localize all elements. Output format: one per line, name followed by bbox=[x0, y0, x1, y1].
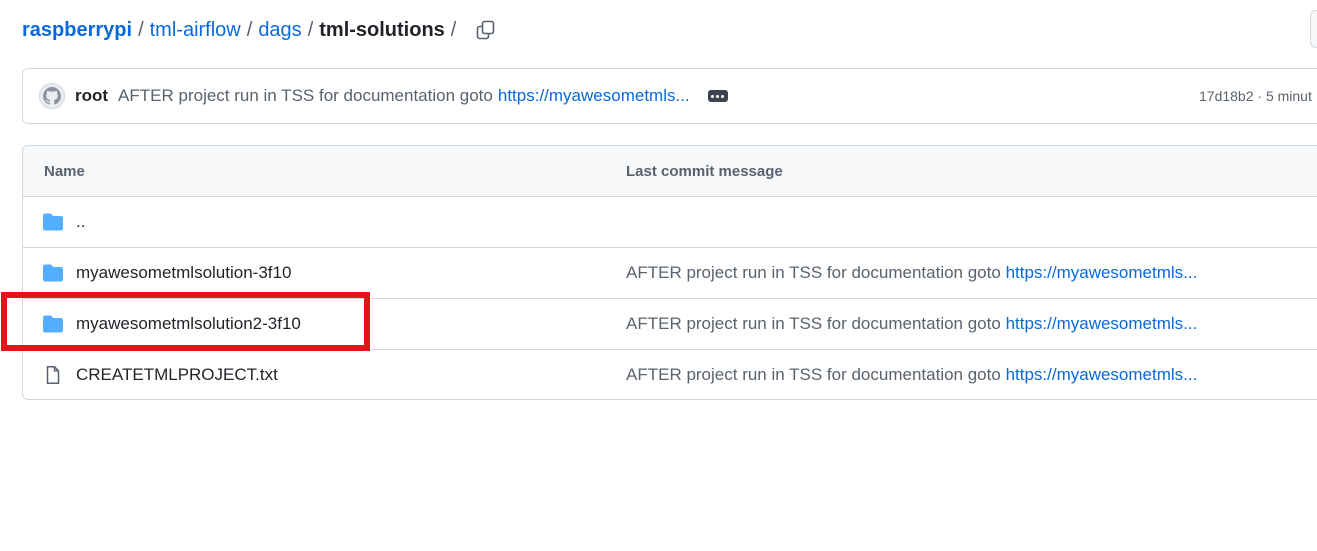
file-icon bbox=[46, 366, 60, 384]
row-commit-message[interactable]: AFTER project run in TSS for documentati… bbox=[626, 365, 1197, 385]
toolbar-button[interactable] bbox=[1310, 10, 1317, 48]
table-header: Name Last commit message bbox=[23, 146, 1317, 197]
breadcrumb-repo-link[interactable]: raspberrypi bbox=[22, 19, 132, 42]
table-row[interactable]: .. bbox=[23, 197, 1317, 248]
row-commit-message[interactable]: AFTER project run in TSS for documentati… bbox=[626, 314, 1197, 334]
breadcrumb-tml-airflow-link[interactable]: tml-airflow bbox=[150, 19, 241, 42]
avatar[interactable] bbox=[39, 83, 65, 109]
row-commit-message[interactable]: AFTER project run in TSS for documentati… bbox=[626, 263, 1197, 283]
copy-path-button[interactable] bbox=[474, 18, 498, 42]
breadcrumb-separator: / bbox=[246, 18, 253, 41]
parent-directory-link[interactable]: .. bbox=[76, 212, 85, 232]
breadcrumb: raspberrypi / tml-airflow / dags / tml-s… bbox=[22, 16, 498, 44]
row-commit-text[interactable]: AFTER project run in TSS for documentati… bbox=[626, 365, 1001, 384]
column-header-name: Name bbox=[44, 163, 85, 180]
file-table: Name Last commit message .. myawesometml… bbox=[22, 145, 1317, 400]
highlight-box bbox=[1, 292, 370, 351]
commit-hash-time[interactable]: 17d18b2 · 5 minut bbox=[1199, 88, 1312, 104]
row-commit-text[interactable]: AFTER project run in TSS for documentati… bbox=[626, 263, 1001, 282]
breadcrumb-separator: / bbox=[307, 18, 314, 41]
table-row[interactable]: CREATETMLPROJECT.txt AFTER project run i… bbox=[23, 350, 1317, 399]
commit-author[interactable]: root bbox=[75, 86, 108, 106]
row-commit-link[interactable]: https://myawesometmls... bbox=[1006, 314, 1198, 333]
breadcrumb-separator: / bbox=[450, 18, 457, 41]
file-name-link[interactable]: CREATETMLPROJECT.txt bbox=[76, 365, 278, 385]
latest-commit-bar: root AFTER project run in TSS for docume… bbox=[22, 68, 1317, 124]
commit-message-link[interactable]: https://myawesometmls... bbox=[498, 86, 690, 106]
file-name-link[interactable]: myawesometmlsolution-3f10 bbox=[76, 263, 291, 283]
column-header-last-commit-message: Last commit message bbox=[626, 163, 783, 180]
commit-message[interactable]: AFTER project run in TSS for documentati… bbox=[118, 86, 493, 106]
folder-icon bbox=[43, 264, 63, 282]
folder-icon bbox=[43, 213, 63, 231]
ellipsis-icon[interactable] bbox=[707, 90, 728, 102]
breadcrumb-current: tml-solutions bbox=[319, 18, 445, 41]
row-commit-link[interactable]: https://myawesometmls... bbox=[1006, 365, 1198, 384]
github-avatar-icon bbox=[43, 87, 61, 105]
row-commit-link[interactable]: https://myawesometmls... bbox=[1006, 263, 1198, 282]
breadcrumb-separator: / bbox=[138, 18, 144, 41]
copy-icon bbox=[477, 20, 495, 40]
row-commit-text[interactable]: AFTER project run in TSS for documentati… bbox=[626, 314, 1001, 333]
breadcrumb-dags-link[interactable]: dags bbox=[258, 19, 301, 42]
